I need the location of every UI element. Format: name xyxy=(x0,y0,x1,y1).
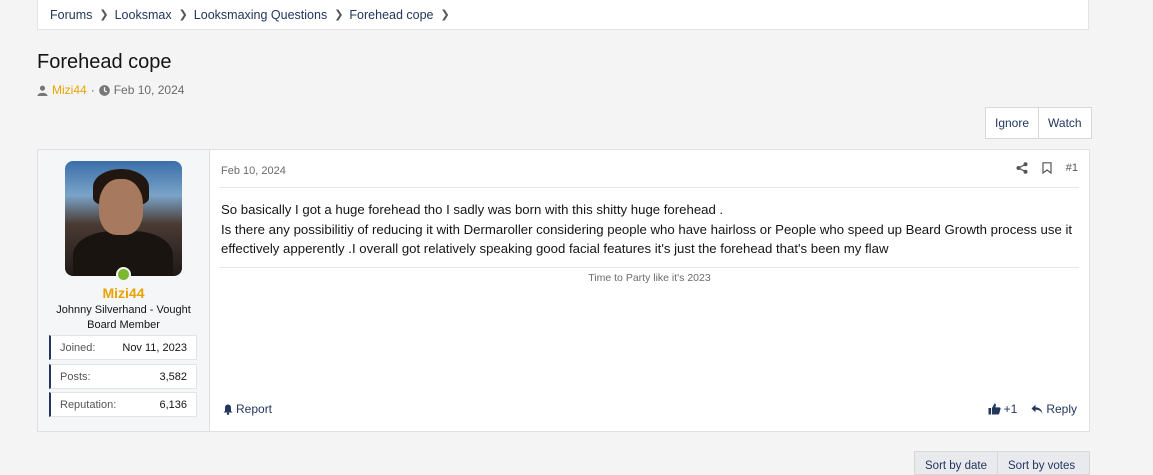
post-username[interactable]: Mizi44 xyxy=(38,285,209,301)
avatar[interactable] xyxy=(65,161,182,276)
post-message: Mizi44 Johnny Silverhand - Vought Board … xyxy=(37,149,1090,432)
reply-icon xyxy=(1031,404,1043,414)
thread-date[interactable]: Feb 10, 2024 xyxy=(114,83,185,97)
reply-button[interactable]: Reply xyxy=(1031,402,1077,416)
post-body: So basically I got a huge forehead tho I… xyxy=(221,200,1081,259)
share-icon[interactable] xyxy=(1016,162,1028,174)
breadcrumb-forums[interactable]: Forums ❯ xyxy=(50,8,115,22)
breadcrumb-looksmaxing-questions[interactable]: Looksmaxing Questions ❯ xyxy=(194,8,350,22)
thumbs-up-icon xyxy=(988,403,1001,415)
chevron-right-icon: ❯ xyxy=(440,9,450,21)
thread-author-link[interactable]: Mizi44 xyxy=(52,83,87,97)
post-body-line: So basically I got a huge forehead tho I… xyxy=(221,202,724,217)
report-label: Report xyxy=(236,402,273,416)
post-date[interactable]: Feb 10, 2024 xyxy=(221,165,286,177)
ignore-button[interactable]: Ignore xyxy=(986,108,1038,138)
chevron-right-icon: ❯ xyxy=(99,9,109,21)
sort-tabs: Sort by date Sort by votes xyxy=(914,451,1090,475)
post-actions: #1 xyxy=(1016,162,1078,174)
user-icon xyxy=(37,85,48,96)
post-user-cell: Mizi44 Johnny Silverhand - Vought Board … xyxy=(38,150,210,431)
stat-joined: Joined: Nov 11, 2023 xyxy=(49,335,197,360)
watch-button[interactable]: Watch xyxy=(1038,108,1091,138)
bookmark-icon[interactable] xyxy=(1042,162,1052,174)
stat-reputation: Reputation: 6,136 xyxy=(49,392,197,417)
signature: Time to Party like it's 2023 xyxy=(588,272,711,284)
report-button[interactable]: Report xyxy=(223,402,272,416)
online-status-indicator xyxy=(116,267,131,282)
breadcrumb-looksmax[interactable]: Looksmax ❯ xyxy=(115,8,194,22)
reaction-count: +1 xyxy=(1003,402,1018,416)
chevron-right-icon: ❯ xyxy=(178,9,188,21)
stat-posts: Posts: 3,582 xyxy=(49,364,197,389)
reply-label: Reply xyxy=(1046,402,1077,416)
post-number-link[interactable]: #1 xyxy=(1066,162,1078,174)
user-title: Johnny Silverhand - Vought Board Member xyxy=(56,304,191,331)
clock-icon xyxy=(98,84,110,96)
thread-meta: Mizi44 · Feb 10, 2024 xyxy=(37,83,184,97)
post-header-divider xyxy=(220,187,1079,188)
chevron-right-icon: ❯ xyxy=(334,9,344,21)
post-reactions: +1 Reply xyxy=(988,402,1077,416)
breadcrumb: Forums ❯ Looksmax ❯ Looksmaxing Questions ❯… xyxy=(37,0,1089,30)
bell-icon xyxy=(223,404,233,415)
signature-divider xyxy=(220,267,1079,268)
meta-separator: · xyxy=(90,83,95,97)
post-body-line: Is there any possibilitiy of reducing it… xyxy=(221,221,1073,257)
like-button[interactable]: +1 xyxy=(988,402,1018,416)
breadcrumb-forehead-cope[interactable]: Forehead cope ❯ xyxy=(349,8,455,22)
thread-actions: Ignore Watch xyxy=(985,107,1092,139)
page-title: Forehead cope xyxy=(37,51,172,73)
